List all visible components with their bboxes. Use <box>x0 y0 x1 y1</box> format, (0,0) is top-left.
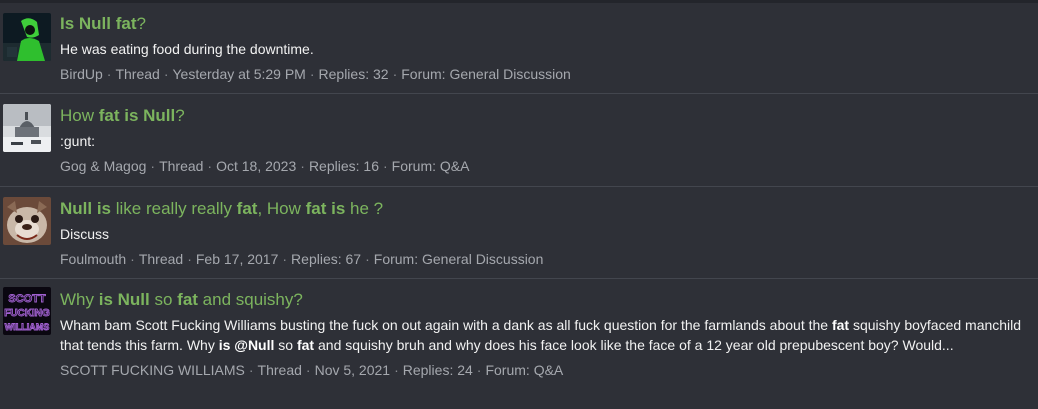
reply-count: Replies: 16 <box>308 158 379 174</box>
search-result: Is Null fat? He was eating food during t… <box>0 3 1038 94</box>
search-result: How fat is Null? :gunt: Gog & Magog · Thre… <box>0 94 1038 187</box>
text-segment: How <box>60 106 99 125</box>
author-link[interactable]: Gog & Magog <box>60 158 146 174</box>
text-segment: he ? <box>345 199 384 218</box>
content-type: Thread <box>138 251 184 267</box>
highlighted-term: fat is <box>305 199 346 218</box>
result-title[interactable]: Why is Null so fat and squishy? <box>60 289 1030 311</box>
highlighted-term: is Null <box>98 290 150 309</box>
forum-link[interactable]: Forum: Q&A <box>485 362 563 378</box>
result-meta: BirdUp · Thread · Yesterday at 5:29 PM · Repli… <box>60 66 571 82</box>
avatar[interactable] <box>3 13 51 61</box>
snowy-mosque-avatar-icon <box>3 104 51 152</box>
highlighted-term: fat <box>831 317 850 333</box>
search-result: SCOTT FUCKING WILLIAMS Why is Null so fa… <box>0 279 1038 409</box>
text-segment: so <box>274 337 297 353</box>
highlighted-term: Null is <box>60 199 112 218</box>
text-segment: like really really <box>111 199 237 218</box>
avatar[interactable] <box>3 104 51 152</box>
content-type: Thread <box>159 158 204 174</box>
result-meta: Foulmouth · Thread · Feb 17, 2017 · Replies: 6… <box>60 251 544 267</box>
text-segment: ? <box>136 14 146 33</box>
post-date: Nov 5, 2021 <box>314 362 391 378</box>
text-segment: so <box>149 290 178 309</box>
search-result: Null is like really really fat, How fat … <box>0 187 1038 279</box>
text-segment: Wham bam Scott Fucking Williams busting … <box>60 317 832 333</box>
result-meta: Gog & Magog · Thread · Oct 18, 2023 · Replies:… <box>60 158 470 174</box>
content-type: Thread <box>115 66 160 82</box>
highlighted-term: fat <box>236 199 258 218</box>
result-title[interactable]: How fat is Null? <box>60 105 1030 127</box>
text-segment: Why <box>60 290 99 309</box>
post-date: Yesterday at 5:29 PM <box>172 66 306 82</box>
highlighted-term: fat <box>296 337 315 353</box>
text-segment: , How <box>257 199 306 218</box>
text-segment: and squishy bruh and why does his face l… <box>314 337 954 353</box>
forum-link[interactable]: Forum: General Discussion <box>374 251 544 267</box>
text-segment: He was eating food during the downtime. <box>60 41 314 57</box>
forum-link[interactable]: Forum: Q&A <box>392 158 470 174</box>
avatar[interactable] <box>3 197 51 245</box>
highlighted-term: fat <box>177 290 198 309</box>
green-figure-avatar-icon <box>3 13 51 61</box>
reply-count: Replies: 32 <box>318 66 389 82</box>
text-segment: and squishy? <box>197 290 303 309</box>
highlighted-term: fat is Null <box>98 106 176 125</box>
author-link[interactable]: BirdUp <box>60 66 103 82</box>
result-title[interactable]: Null is like really really fat, How fat … <box>60 198 1030 220</box>
content-type: Thread <box>257 362 302 378</box>
text-segment: Discuss <box>60 226 110 242</box>
post-date: Oct 18, 2023 <box>216 158 297 174</box>
highlighted-term: is @Null <box>218 337 275 353</box>
avatar-line: WILLIAMS <box>5 322 50 332</box>
result-snippet: He was eating food during the downtime. <box>60 39 1030 59</box>
purple-text-logo-avatar-icon: SCOTT FUCKING WILLIAMS <box>3 287 51 335</box>
text-segment: :gunt: <box>60 133 96 149</box>
avatar[interactable]: SCOTT FUCKING WILLIAMS <box>3 287 51 335</box>
avatar-line: SCOTT <box>8 293 46 305</box>
result-title[interactable]: Is Null fat? <box>60 13 1030 35</box>
forum-link[interactable]: Forum: General Discussion <box>401 66 571 82</box>
reply-count: Replies: 67 <box>291 251 362 267</box>
highlighted-term: Is Null <box>60 14 116 33</box>
post-date: Feb 17, 2017 <box>195 251 279 267</box>
author-link[interactable]: Foulmouth <box>60 251 126 267</box>
highlighted-term: fat <box>115 14 137 33</box>
bulldog-avatar-icon <box>3 197 51 245</box>
result-snippet: Wham bam Scott Fucking Williams busting … <box>60 315 1030 355</box>
result-snippet: Discuss <box>60 224 1030 244</box>
avatar-line: FUCKING <box>4 308 50 319</box>
result-snippet: :gunt: <box>60 131 1030 151</box>
author-link[interactable]: SCOTT FUCKING WILLIAMS <box>60 362 245 378</box>
text-segment: ? <box>175 106 185 125</box>
reply-count: Replies: 24 <box>402 362 473 378</box>
result-meta: SCOTT FUCKING WILLIAMS · Thread · Nov 5, 202… <box>60 362 564 378</box>
